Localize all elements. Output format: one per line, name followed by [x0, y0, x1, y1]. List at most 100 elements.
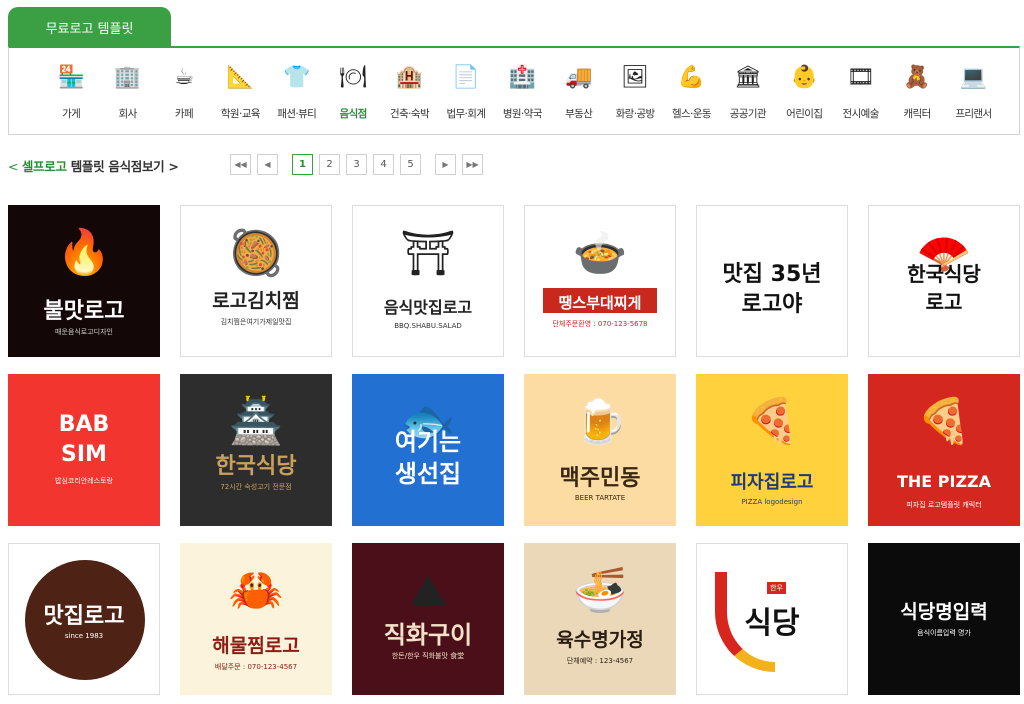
category-item[interactable]: 💻 프리랜서 [945, 62, 1001, 121]
logo-title-line2: SIM [61, 442, 107, 467]
page-4-button[interactable]: 4 [373, 154, 394, 175]
logo-subtitle: 김치찜은여기가제일맛집 [220, 318, 292, 326]
logo-title: 한국식당 [907, 262, 981, 286]
gallery-icon: 🎞 [846, 64, 875, 90]
category-item[interactable]: 🍽 음식점 [325, 62, 381, 121]
category-item[interactable]: 🧸 캐릭터 [889, 62, 945, 121]
logo-template-card[interactable]: 🦀 해물찜로고 배달주문 : 070-123-4567 [180, 543, 332, 695]
logo-template-card[interactable]: 🍜 육수명가정 단체예약 : 123-4567 [524, 543, 676, 695]
dish-icon: 🍽 [339, 64, 368, 90]
next-page-button[interactable]: ▶ [435, 154, 456, 175]
page-5-button[interactable]: 5 [400, 154, 421, 175]
logo-template-card[interactable]: BAB SIM 밥심코리안레스토랑 [8, 374, 160, 526]
category-item[interactable]: 🏛 공공기관 [720, 62, 776, 121]
category-label: 어린이집 [786, 108, 823, 120]
category-label: 헬스·운동 [672, 108, 712, 120]
logo-subtitle: 한돈/한우 직화불맛 食堂 [391, 652, 465, 660]
category-item[interactable]: 👕 패션·뷰티 [269, 62, 325, 121]
logo-illustration-icon: 🍕 [916, 396, 972, 447]
category-label: 화랑·공방 [615, 108, 656, 120]
logo-illustration-icon: 🍲 [572, 228, 628, 279]
category-list: 🏪 가게 🏢 회사 ☕ 카페 📐 학원·교육 👕 패션·뷰티 🍽 음식점 🏨 건축·숙박 📄 법무·회계 🏥 병원… [43, 62, 1002, 121]
logo-illustration-icon: 🍺 [572, 396, 628, 447]
logo-illustration-icon: 🥘 [228, 228, 284, 279]
logo-template-card[interactable]: 🍺 맥주민동 BEER TARTATE [524, 374, 676, 526]
logo-subtitle: BEER TARTATE [574, 494, 626, 502]
hospital-icon: 🏥 [508, 64, 537, 90]
logo-template-card[interactable]: 🍲 땡스부대찌게 단체주문환영 : 070-123-5678 [524, 205, 676, 357]
breadcrumb[interactable]: < 셀프로고 템플릿 음식점보기 > [8, 156, 179, 175]
logo-title: THE PIZZA [896, 472, 992, 491]
logo-illustration-icon: 🍜 [572, 565, 628, 616]
category-item[interactable]: 🏨 건축·숙박 [381, 62, 437, 121]
first-page-button[interactable]: ◀◀ [230, 154, 251, 175]
logo-title-line2: 로고야 [741, 292, 803, 317]
logo-template-card[interactable]: 🪭 한국식당 로고 [868, 205, 1020, 357]
free-logo-template-tab[interactable]: 무료로고 템플릿 [8, 7, 171, 47]
logo-illustration-icon: ⛰ [409, 565, 447, 616]
logo-title: 식당 [744, 606, 800, 641]
logo-template-card[interactable]: 🐟 여기는 생선집 [352, 374, 504, 526]
category-item[interactable]: 🏥 병원·약국 [494, 62, 550, 121]
logo-template-card[interactable]: ⛰ 직화구이 한돈/한우 직화불맛 食堂 [352, 543, 504, 695]
category-label: 프리랜서 [955, 108, 992, 120]
coffee-icon: ☕ [174, 64, 194, 90]
logo-template-card[interactable]: ⛩ 음식맛집로고 BBQ.SHABU.SALAD [352, 205, 504, 357]
breadcrumb-back[interactable]: < [8, 159, 22, 174]
last-page-button[interactable]: ▶▶ [462, 154, 483, 175]
category-label: 카페 [174, 108, 194, 120]
logo-subtitle: BBQ.SHABU.SALAD [394, 322, 462, 330]
logo-template-card[interactable]: 맛집로고 since 1983 [8, 543, 160, 695]
category-item[interactable]: 🎞 전시예술 [832, 62, 888, 121]
tshirt-icon: 👕 [283, 64, 311, 90]
logo-subtitle: 단체예약 : 123-4567 [566, 657, 634, 665]
logo-subtitle: PIZZA logodesign [741, 498, 803, 506]
category-label: 전시예술 [842, 108, 880, 120]
category-bar: 🏪 가게 🏢 회사 ☕ 카페 📐 학원·교육 👕 패션·뷰티 🍽 음식점 🏨 건축·숙박 📄 법무·회계 🏥 병원… [8, 46, 1020, 135]
category-item[interactable]: 🏢 회사 [99, 62, 155, 121]
page-1-button[interactable]: 1 [292, 154, 313, 175]
category-item[interactable]: 📄 법무·회계 [438, 62, 494, 121]
category-item[interactable]: 🖼 화랑·공방 [607, 62, 663, 121]
logo-template-card[interactable]: 식당명입력 음식이름입력 명가 [868, 543, 1020, 695]
logo-template-card[interactable]: 🍕 THE PIZZA 피자집 로고템플릿 캐릭터 [868, 374, 1020, 526]
logo-title: BAB [58, 412, 110, 437]
category-item[interactable]: 📐 학원·교육 [212, 62, 268, 121]
logo-subtitle: 72시간 숙성고기 전문점 [220, 483, 292, 491]
page-3-button[interactable]: 3 [346, 154, 367, 175]
category-item[interactable]: 💪 헬스·운동 [663, 62, 719, 121]
category-item[interactable]: 👶 어린이집 [776, 62, 832, 121]
logo-template-card[interactable]: 🔥 불맛로고 매운음식로고디자인 [8, 205, 160, 357]
logo-title: 불맛로고 [43, 299, 125, 324]
logo-template-card[interactable]: 🍕 피자집로고 PIZZA logodesign [696, 374, 848, 526]
logo-illustration-icon: 🦀 [228, 565, 284, 616]
logo-subtitle: 단체주문환영 : 070-123-5678 [552, 320, 648, 328]
logo-title: 음식맛집로고 [383, 298, 473, 317]
category-label: 패션·뷰티 [277, 108, 317, 120]
pagination: ◀◀ ◀ 1 2 3 4 5 ▶ ▶▶ [230, 154, 489, 175]
prev-page-button[interactable]: ◀ [257, 154, 278, 175]
breadcrumb-brand[interactable]: 셀프로고 [22, 159, 67, 174]
logo-subtitle: 밥심코리안레스토랑 [55, 477, 113, 485]
document-icon: 📄 [452, 64, 480, 90]
education-icon: 📐 [226, 64, 255, 90]
logo-title: 맥주민동 [559, 466, 641, 491]
logo-template-card[interactable]: 식당 한우 [696, 543, 848, 695]
category-item[interactable]: 🏪 가게 [43, 62, 99, 121]
category-item[interactable]: ☕ 카페 [156, 62, 212, 121]
logo-template-card[interactable]: 맛집 35년 로고야 [696, 205, 848, 357]
baby-icon: 👶 [790, 64, 818, 90]
logo-subtitle: 한우 [767, 582, 786, 594]
logo-template-card[interactable]: 🥘 로고김치찜김치찜은여기가제일맛집 [180, 205, 332, 357]
store-icon: 🏪 [57, 64, 85, 90]
logo-title: 맛집로고 [43, 604, 125, 629]
logo-illustration-icon: 🔥 [56, 227, 112, 278]
logo-title-line2: 로고 [925, 290, 963, 314]
category-item[interactable]: 🚚 부동산 [551, 62, 607, 121]
logo-subtitle: 배달주문 : 070-123-4567 [214, 663, 298, 671]
page-2-button[interactable]: 2 [319, 154, 340, 175]
logo-title: 로고김치찜 [212, 290, 300, 312]
logo-subtitle: since 1983 [64, 632, 104, 640]
truck-icon: 🚚 [565, 64, 593, 90]
logo-template-card[interactable]: 🏯 한국식당 72시간 숙성고기 전문점 [180, 374, 332, 526]
